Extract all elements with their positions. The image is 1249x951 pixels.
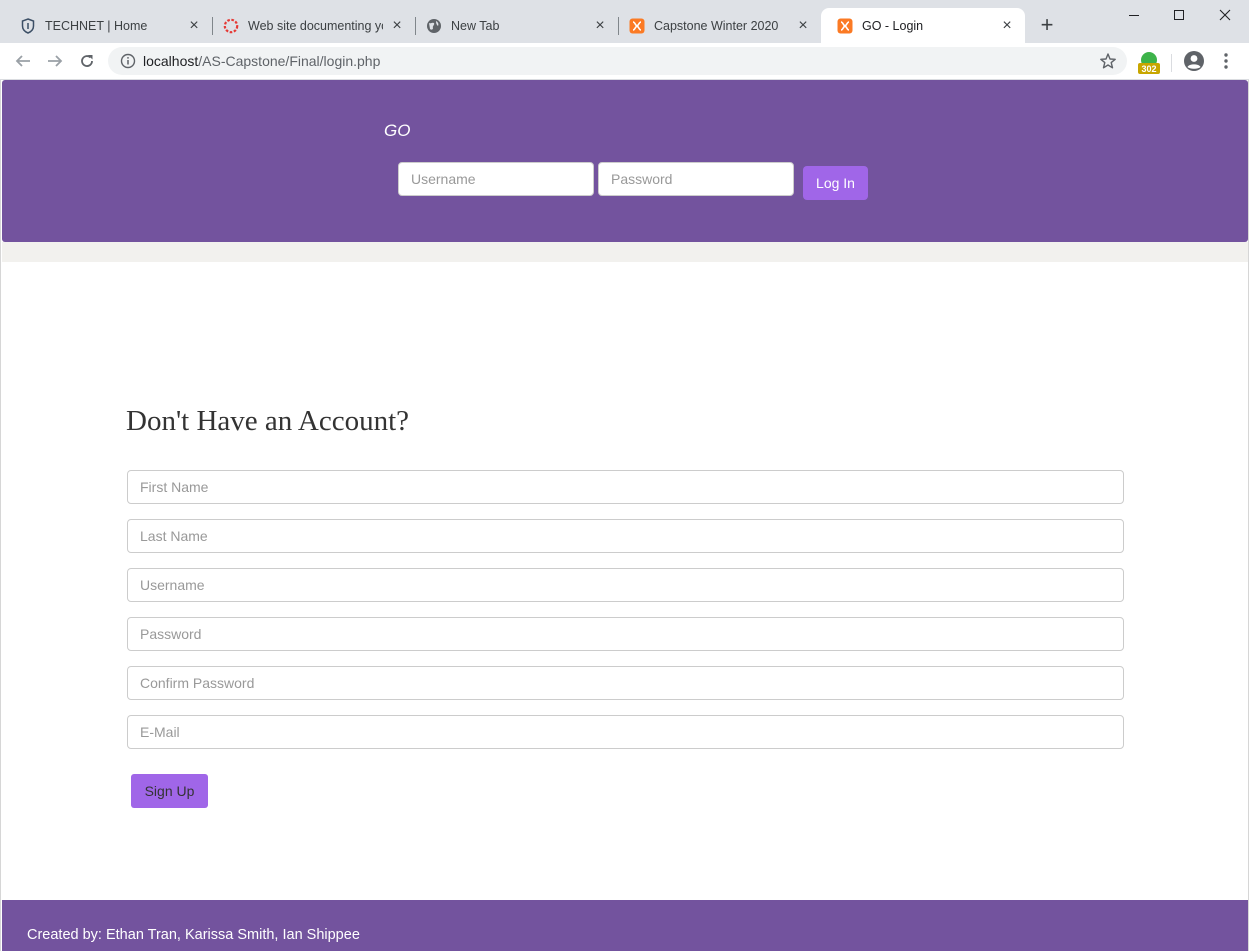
signup-password-field[interactable]	[127, 617, 1124, 651]
login-password-input[interactable]	[598, 162, 794, 196]
profile-icon[interactable]	[1183, 50, 1205, 72]
back-arrow-icon[interactable]	[12, 50, 34, 72]
xampp-icon	[837, 18, 853, 34]
xampp-icon	[629, 18, 645, 34]
browser-tab[interactable]: TECHNET | Home ×	[4, 8, 212, 43]
footer-credits: Created by: Ethan Tran, Karissa Smith, I…	[27, 927, 360, 943]
browser-tab-bar: TECHNET | Home × Web site documenting yo…	[0, 0, 1249, 43]
close-icon[interactable]: ×	[186, 17, 202, 34]
close-icon[interactable]: ×	[999, 17, 1015, 34]
signup-button[interactable]: Sign Up	[131, 774, 208, 808]
extension-badge: 302	[1141, 64, 1156, 74]
brand-logo[interactable]: GO	[384, 121, 410, 141]
new-tab-icon[interactable]: +	[1035, 14, 1059, 38]
info-icon[interactable]	[120, 53, 136, 69]
extension-icon[interactable]: 302	[1138, 51, 1160, 75]
tab-title: Web site documenting yo	[248, 18, 383, 33]
signup-title: Don't Have an Account?	[126, 405, 410, 437]
dotted-circle-icon	[223, 18, 239, 34]
reload-icon[interactable]	[76, 50, 98, 72]
forward-arrow-icon[interactable]	[44, 50, 66, 72]
last-name-field[interactable]	[127, 519, 1124, 553]
login-username-input[interactable]	[398, 162, 594, 196]
close-icon[interactable]: ×	[389, 17, 405, 34]
page-viewport: GO Log In Don't Have an Account? Sign Up…	[0, 80, 1249, 951]
email-field[interactable]	[127, 715, 1124, 749]
browser-tab[interactable]: Web site documenting yo ×	[207, 8, 415, 43]
toolbar-divider	[1171, 54, 1172, 72]
close-icon[interactable]: ×	[795, 17, 811, 34]
more-options-icon[interactable]	[1218, 50, 1234, 72]
bookmark-star-icon[interactable]	[1099, 52, 1117, 70]
browser-toolbar: localhost/AS-Capstone/Final/login.php 30…	[0, 43, 1249, 80]
tab-title: TECHNET | Home	[45, 18, 148, 33]
signup-username-field[interactable]	[127, 568, 1124, 602]
browser-tab-active[interactable]: GO - Login ×	[821, 8, 1025, 43]
first-name-field[interactable]	[127, 470, 1124, 504]
minimize-icon[interactable]	[1111, 0, 1157, 30]
address-bar[interactable]: localhost/AS-Capstone/Final/login.php	[108, 47, 1127, 75]
close-icon[interactable]: ×	[592, 17, 608, 34]
url-path: /AS-Capstone/Final/login.php	[198, 53, 381, 69]
confirm-password-field[interactable]	[127, 666, 1124, 700]
shield-icon	[20, 17, 36, 34]
tab-title: GO - Login	[862, 18, 924, 33]
maximize-icon[interactable]	[1156, 0, 1202, 30]
url-text: localhost/AS-Capstone/Final/login.php	[143, 53, 380, 69]
header-divider-strip	[2, 242, 1248, 262]
browser-tab[interactable]: Capstone Winter 2020 ×	[613, 8, 821, 43]
window-close-icon[interactable]	[1202, 0, 1248, 30]
site-header: GO Log In	[2, 80, 1248, 242]
globe-icon	[426, 18, 442, 34]
browser-tab[interactable]: New Tab ×	[410, 8, 618, 43]
site-footer: Created by: Ethan Tran, Karissa Smith, I…	[2, 900, 1248, 951]
login-button[interactable]: Log In	[803, 166, 868, 200]
url-host: localhost	[143, 53, 199, 69]
tab-title: Capstone Winter 2020	[654, 18, 779, 33]
tab-title: New Tab	[451, 18, 500, 33]
